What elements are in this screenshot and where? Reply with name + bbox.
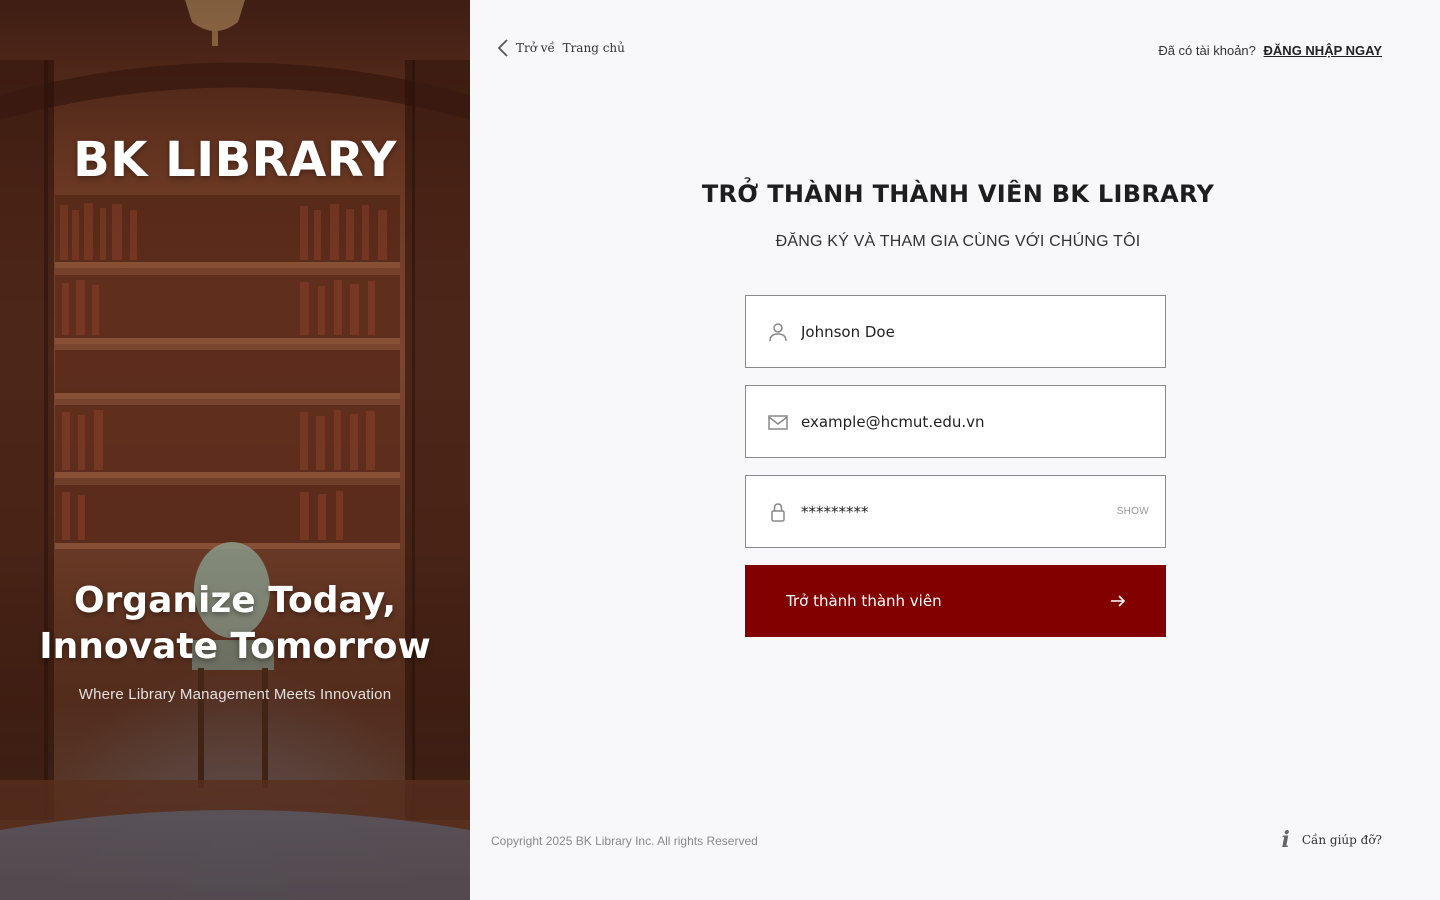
page-subtitle: ĐĂNG KÝ VÀ THAM GIA CÙNG VỚI CHÚNG TÔI: [775, 233, 1141, 250]
hero-subtagline: Where Library Management Meets Innovatio…: [78, 686, 392, 703]
login-prompt: Đã có tài khoản? ĐĂNG NHẬP NGAY: [1158, 43, 1382, 58]
email-field[interactable]: [745, 385, 1166, 458]
user-icon: [767, 321, 789, 343]
password-input[interactable]: [801, 496, 1101, 527]
brand-logo-text: BK LIBRARY: [73, 132, 397, 188]
hero-tagline: Organize Today, Innovate Tomorrow: [0, 578, 470, 670]
chevron-left-icon: [497, 39, 508, 57]
become-member-label: Trở thành thành viên: [786, 592, 942, 610]
tagline-line-1: Organize Today,: [73, 580, 397, 621]
arrow-right-icon: [1111, 595, 1126, 607]
hero-panel: BK LIBRARY Organize Today, Innovate Tomo…: [0, 0, 470, 900]
name-input[interactable]: [801, 316, 1101, 347]
tagline-line-2: Innovate Tomorrow: [39, 626, 431, 667]
show-password-toggle[interactable]: SHOW: [1117, 506, 1149, 517]
mail-icon: [767, 411, 789, 433]
back-home-link[interactable]: Trở về Trang chủ: [496, 38, 625, 58]
page-title: TRỞ THÀNH THÀNH VIÊN BK LIBRARY: [701, 180, 1215, 208]
info-icon: i: [1281, 827, 1290, 853]
email-input[interactable]: [801, 406, 1101, 437]
login-now-link[interactable]: ĐĂNG NHẬP NGAY: [1264, 43, 1382, 58]
become-member-button[interactable]: Trở thành thành viên: [745, 565, 1166, 637]
back-home-label: Trở về Trang chủ: [516, 41, 625, 55]
login-prompt-text: Đã có tài khoản?: [1158, 43, 1256, 58]
help-label: Cần giúp đỡ?: [1301, 833, 1382, 847]
copyright-text: Copyright 2025 BK Library Inc. All right…: [491, 834, 758, 848]
lock-icon: [767, 501, 789, 523]
help-link[interactable]: i Cần giúp đỡ?: [1281, 827, 1382, 853]
name-field[interactable]: [745, 295, 1166, 368]
password-field[interactable]: SHOW: [745, 475, 1166, 548]
